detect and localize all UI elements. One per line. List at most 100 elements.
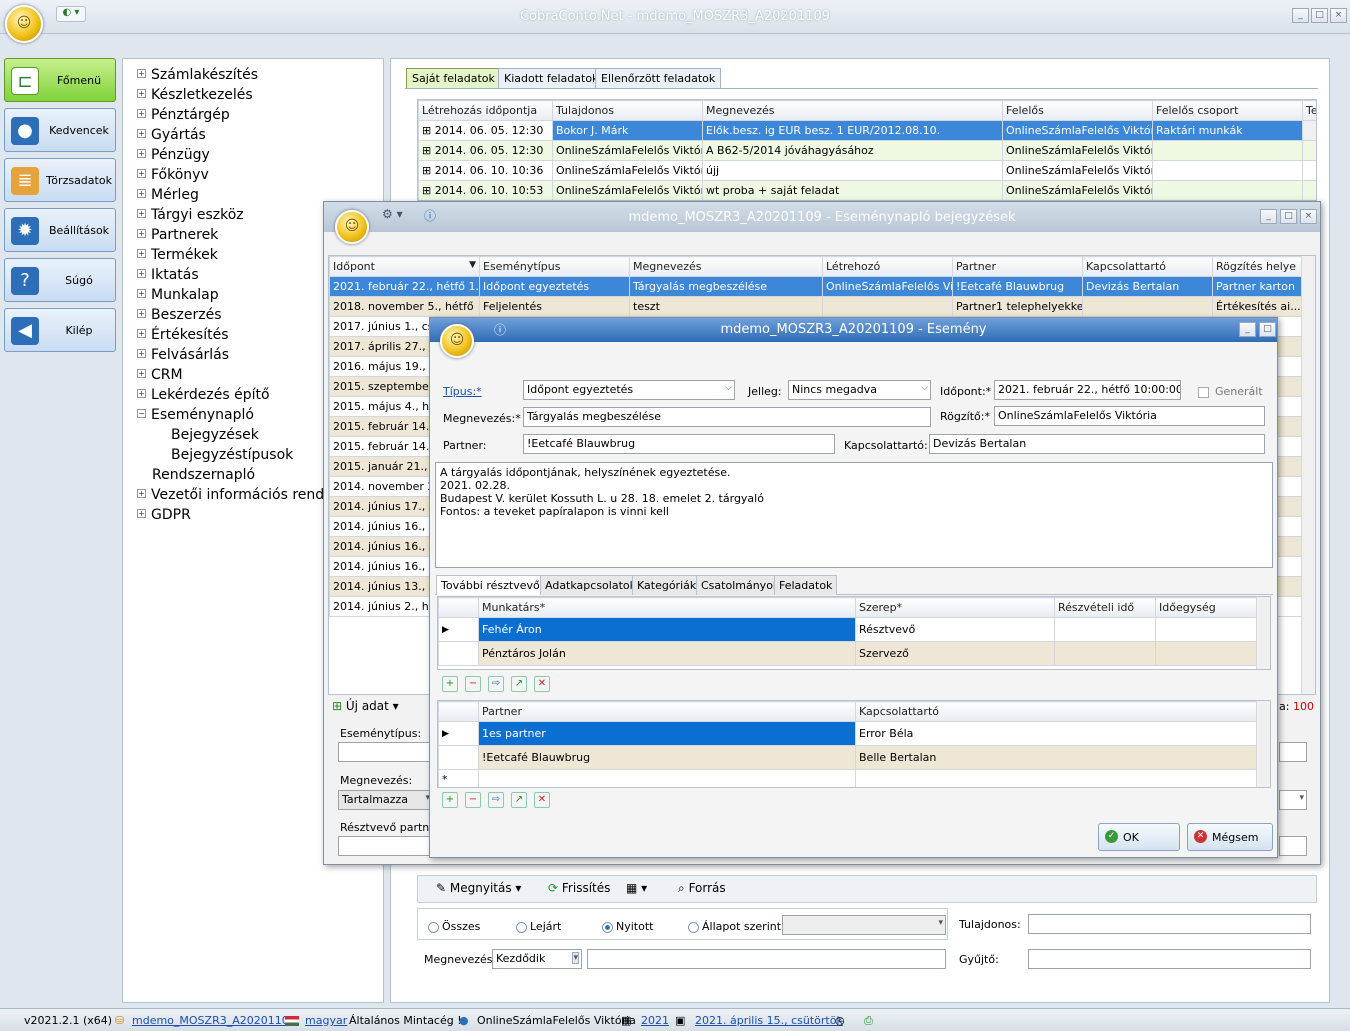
type-select[interactable]: Időpont egyeztetés ⌵ <box>523 380 735 400</box>
column-header[interactable]: Partner <box>478 701 856 722</box>
cancel-button[interactable]: ✕ Mégsem <box>1187 823 1273 851</box>
nav-sugo[interactable]: ? Súgó <box>4 258 116 302</box>
column-header[interactable]: Időegység <box>1155 597 1257 618</box>
table-row[interactable]: !Eetcafé Blauwbrug Belle Bertalan <box>438 745 1257 770</box>
tab-adatkapcsolatok[interactable]: Adatkapcsolatok <box>540 575 641 595</box>
owner-input[interactable] <box>1028 914 1311 934</box>
close-icon[interactable]: × <box>1330 8 1347 23</box>
new-data-button[interactable]: ⊞ Új adat ▾ <box>332 699 399 713</box>
event-type-input[interactable] <box>338 742 433 762</box>
table-row[interactable]: ▶ Fehér Áron Résztvevő <box>438 617 1257 642</box>
name-input[interactable] <box>587 949 946 969</box>
table-row[interactable]: ⊞ 2014. 06. 10. 10:53 OnlineSzámlaFelelős… <box>418 180 1316 200</box>
tree-item[interactable]: + Értékesítés <box>137 327 229 343</box>
tree-item[interactable]: + Számlakészítés <box>137 67 258 83</box>
column-header[interactable]: Rögzítés helye <box>1212 256 1302 277</box>
table-row[interactable]: ⊞ 2014. 06. 05. 12:30 OnlineSzámlaFelelős… <box>418 140 1316 161</box>
kind-select[interactable]: Nincs megadva ⌵ <box>788 380 931 400</box>
add-row-icon[interactable]: + <box>442 676 458 692</box>
column-header[interactable]: Létrehozás időpontja <box>418 100 553 121</box>
column-header[interactable]: Szerep* <box>855 597 1055 618</box>
tree-item[interactable]: + Pénzügy <box>137 147 210 163</box>
language-link[interactable]: magyar <box>305 1014 347 1027</box>
column-header[interactable]: Eseménytípus <box>479 256 630 277</box>
tree-item-bejegyzesek[interactable]: Bejegyzések <box>171 427 259 443</box>
column-header[interactable]: Felelős csoport <box>1152 100 1303 121</box>
tab-kiadott-feladatok[interactable]: Kiadott feladatok <box>498 68 605 88</box>
move-icon[interactable]: ⇨ <box>488 792 504 808</box>
window-logo[interactable]: ☺ <box>335 210 369 244</box>
nav-beallitasok[interactable]: ✹ Beállítások <box>4 208 116 252</box>
tree-item[interactable]: + Felvásárlás <box>137 347 229 363</box>
tree-item[interactable]: − Eseménynapló <box>137 407 254 423</box>
tree-item[interactable]: + Lekérdezés építő <box>137 387 270 403</box>
info-icon[interactable]: ⓘ <box>494 321 506 338</box>
maximize-icon[interactable]: □ <box>1311 8 1328 23</box>
gear-icon[interactable]: ⚙ ▾ <box>382 207 403 221</box>
table-row[interactable]: 2018. november 5., hétfő Feljelentés teszt… <box>329 296 1302 317</box>
maximize-icon[interactable]: □ <box>1280 209 1297 224</box>
generated-checkbox[interactable]: Generált <box>1198 385 1263 398</box>
table-row[interactable]: 2021. február 22., hétfő 1... Időpont egy… <box>329 276 1302 297</box>
export-icon[interactable]: ↗ <box>511 676 527 692</box>
status-select[interactable]: ▾ <box>782 915 946 935</box>
database-link[interactable]: mdemo_MOSZR3_A20201109 <box>132 1014 296 1027</box>
tab-csatolmanyok[interactable]: Csatolmányok <box>696 575 785 595</box>
right-filter-input-2[interactable] <box>1279 836 1307 856</box>
nav-torzsadatok[interactable]: ≣ Törzsadatok <box>4 158 116 202</box>
delete-icon[interactable]: ✕ <box>534 792 550 808</box>
nav-fomenu[interactable]: ⊏ Főmenü <box>4 58 116 102</box>
minimize-icon[interactable]: _ <box>1260 209 1277 224</box>
column-header[interactable]: Te <box>1302 100 1316 121</box>
open-button[interactable]: ✎ Megnyitás ▾ <box>436 881 521 895</box>
table-row[interactable]: ⊞ 2014. 06. 05. 12:30 Bokor J. Márk Elők.b… <box>418 120 1316 141</box>
radio-osszes[interactable]: Összes <box>428 920 480 933</box>
table-row[interactable]: ⊞ 2014. 06. 10. 10:36 OnlineSzámlaFelelős… <box>418 160 1316 181</box>
add-row-icon[interactable]: + <box>442 792 458 808</box>
tab-kategoriak[interactable]: Kategóriák <box>632 575 702 595</box>
nav-kedvencek[interactable]: ● Kedvencek <box>4 108 116 152</box>
tree-item[interactable]: Rendszernapló <box>152 467 255 483</box>
close-icon[interactable]: × <box>1300 209 1317 224</box>
delete-icon[interactable]: ✕ <box>534 676 550 692</box>
contact-input[interactable]: Devizás Bertalan <box>929 434 1265 454</box>
right-filter-input[interactable] <box>1279 742 1307 762</box>
tree-item[interactable]: + CRM <box>137 367 183 383</box>
tab-ellenorzott-feladatok[interactable]: Ellenőrzött feladatok <box>595 68 722 88</box>
minimize-icon[interactable]: _ <box>1292 8 1309 23</box>
tree-item[interactable]: + Mérleg <box>137 187 199 203</box>
tree-item[interactable]: + Partnerek <box>137 227 218 243</box>
remove-row-icon[interactable]: − <box>465 676 481 692</box>
column-header[interactable]: Megnevezés <box>629 256 823 277</box>
name-mode-select[interactable]: Kezdődik ▾ <box>492 949 582 969</box>
column-header[interactable]: Megnevezés <box>702 100 1003 121</box>
date-link[interactable]: 2021. április 15., csütörtök <box>695 1014 843 1027</box>
column-header[interactable]: Időpont ▼ <box>329 256 480 277</box>
refresh-button[interactable]: ⟳ Frissítés <box>548 881 610 895</box>
tree-item[interactable]: + Főkönyv <box>137 167 209 183</box>
export-icon[interactable]: ↗ <box>511 792 527 808</box>
tree-item[interactable]: + Készletkezelés <box>137 87 253 103</box>
column-header[interactable]: Kapcsolattartó <box>1082 256 1213 277</box>
vertical-scrollbar[interactable] <box>1256 597 1270 669</box>
recorder-input[interactable]: OnlineSzámlaFelelős Viktória <box>994 406 1265 426</box>
window-logo[interactable]: ☺ <box>440 324 474 358</box>
column-header[interactable]: Munkatárs* <box>478 597 856 618</box>
name-input[interactable]: Tárgyalás megbeszélése <box>523 407 931 427</box>
tree-item[interactable]: + Tárgyi eszköz <box>137 207 244 223</box>
log-name-mode-select[interactable]: Tartalmazza ▾ <box>338 790 433 810</box>
info-icon[interactable]: ⓘ <box>424 207 436 224</box>
table-row[interactable]: Pénztáros Jolán Szervező <box>438 641 1257 666</box>
time-input[interactable]: 2021. február 22., hétfő 10:00:00 <box>994 380 1181 400</box>
move-icon[interactable]: ⇨ <box>488 676 504 692</box>
tab-sajat-feladatok[interactable]: Saját feladatok <box>406 68 501 88</box>
right-filter-select[interactable]: ▾ <box>1279 790 1307 810</box>
tree-item[interactable]: + GDPR <box>137 507 191 523</box>
radio-allapot-szerint[interactable]: Állapot szerint <box>688 920 781 933</box>
collector-input[interactable] <box>1028 949 1311 969</box>
table-row[interactable]: ▶ 1es partner Error Béla <box>438 721 1257 746</box>
source-button[interactable]: ⌕ Forrás <box>678 881 726 896</box>
tree-item[interactable]: + Pénztárgép <box>137 107 230 123</box>
column-header[interactable]: Kapcsolattartó <box>855 701 1257 722</box>
printer-icon[interactable]: ⎙ <box>864 1014 873 1028</box>
